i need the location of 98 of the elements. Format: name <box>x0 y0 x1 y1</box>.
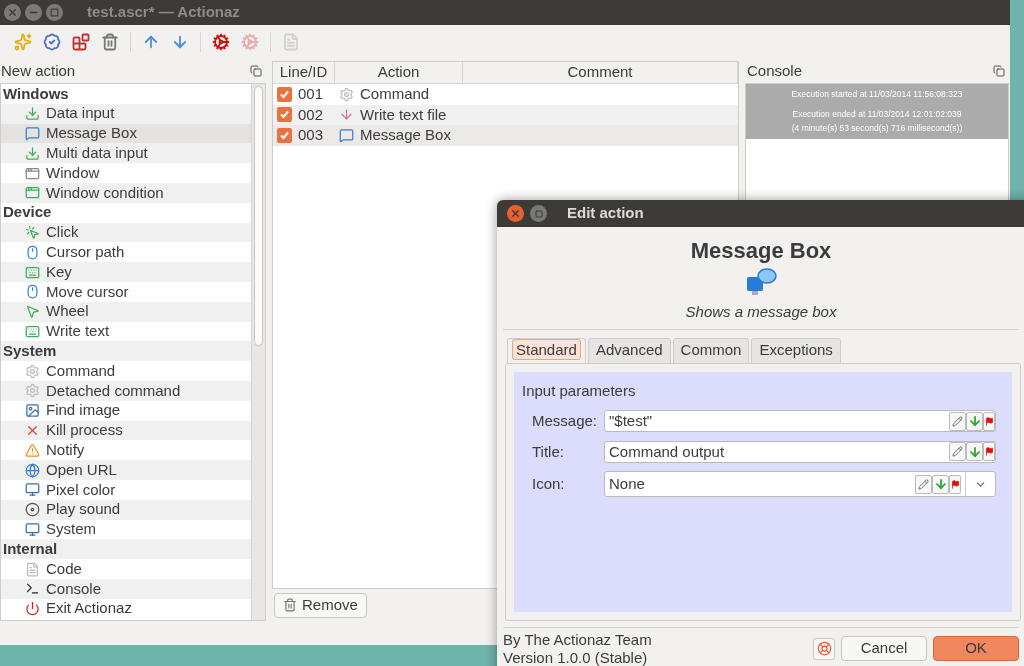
ok-button[interactable]: OK <box>933 636 1019 661</box>
arrow-down-icon[interactable] <box>966 442 983 462</box>
flag-icon[interactable] <box>949 474 961 494</box>
download-icon <box>25 145 40 161</box>
field-label: Title: <box>531 441 565 462</box>
keyboard-icon <box>25 264 40 280</box>
undock-icon[interactable] <box>250 65 262 77</box>
console-line: (4 minute(s) 53 second(s) 716 millisecond(s)) <box>791 123 963 134</box>
cancel-button[interactable]: Cancel <box>841 636 927 661</box>
close-icon[interactable] <box>507 205 524 222</box>
checkbox[interactable] <box>277 86 292 102</box>
action-item[interactable]: Detached command <box>1 380 251 401</box>
line-id: 001 <box>298 84 324 104</box>
action-item[interactable]: Message Box <box>1 123 251 144</box>
computer-icon <box>25 521 40 537</box>
arrow-down-icon[interactable] <box>932 474 949 494</box>
power-icon <box>25 601 40 617</box>
minimize-icon[interactable] <box>25 4 42 21</box>
tab[interactable]: Standard <box>507 337 586 364</box>
input-field[interactable]: Command output <box>604 440 996 463</box>
action-name: Command <box>360 84 430 104</box>
gear-icon[interactable] <box>212 33 230 51</box>
console-line: Execution ended at 11/03/2014 12:01:02:039 <box>792 109 962 120</box>
action-item[interactable]: Data input <box>1 103 251 124</box>
action-item[interactable]: Window condition <box>1 183 251 203</box>
speech-bubble-icon <box>339 127 354 143</box>
panel-title: New action <box>1 60 76 81</box>
action-heading: Message Box <box>690 237 832 265</box>
trash-icon[interactable] <box>101 33 119 51</box>
footer-text: Version 1.0.0 (Stable) <box>503 648 649 666</box>
arrow-down-icon[interactable] <box>171 33 189 51</box>
flag-icon[interactable] <box>983 442 995 462</box>
icon-combo-box[interactable]: None <box>604 471 996 497</box>
warning-icon <box>25 442 40 458</box>
speech-bubble-icon <box>25 126 40 141</box>
keyboard-icon <box>25 323 40 339</box>
sparkles-icon[interactable] <box>14 33 32 51</box>
tab[interactable]: Advanced <box>587 337 671 364</box>
action-name: Write text file <box>360 104 447 125</box>
action-item[interactable]: Multi data input <box>1 143 251 164</box>
download-icon <box>25 106 40 122</box>
window-icon <box>25 185 40 201</box>
checkbox[interactable] <box>277 107 292 123</box>
gear-icon <box>25 363 40 379</box>
edit-icon[interactable] <box>949 411 966 431</box>
trash-icon <box>283 598 297 612</box>
arrow-down-icon <box>339 107 354 123</box>
checkbox[interactable] <box>277 127 292 143</box>
image-icon <box>25 403 40 419</box>
console-line: Execution started at 11/03/2014 11:56:08:323 <box>791 89 963 100</box>
action-item[interactable]: Console <box>1 578 251 599</box>
line-id: 003 <box>298 125 324 145</box>
line-id: 002 <box>298 104 324 125</box>
action-item[interactable]: Key <box>1 262 251 282</box>
arrow-down-icon[interactable] <box>966 411 983 431</box>
blocks-icon[interactable] <box>72 33 90 51</box>
scrollbar[interactable] <box>251 84 265 620</box>
category-label[interactable]: Internal <box>1 539 251 560</box>
script-row[interactable]: 002 Write text file <box>273 104 738 125</box>
field-label: Message: <box>531 411 599 431</box>
terminal-icon <box>25 581 40 597</box>
action-item[interactable]: Wheel <box>1 301 251 322</box>
action-item[interactable]: Kill process <box>1 420 251 441</box>
group-title: Input parameters <box>522 380 637 401</box>
footer-text: By The Actionaz Team <box>503 630 652 649</box>
monitor-icon <box>25 482 40 498</box>
help-button[interactable] <box>813 637 835 660</box>
tab[interactable]: Common <box>672 337 750 364</box>
category-label[interactable]: System <box>1 341 251 362</box>
window-icon <box>25 165 40 181</box>
maximize-icon[interactable] <box>530 205 547 222</box>
badge-check-icon[interactable] <box>43 33 61 51</box>
globe-icon <box>25 462 40 478</box>
edit-icon[interactable] <box>949 442 966 462</box>
gear-icon <box>25 383 40 399</box>
remove-button[interactable]: Remove <box>274 592 367 618</box>
action-item[interactable]: Play sound <box>1 499 251 520</box>
panel-title: Console <box>747 60 803 81</box>
input-field[interactable]: "$test" <box>604 410 996 433</box>
edit-icon[interactable] <box>915 474 932 494</box>
document-icon <box>25 561 40 577</box>
gear-icon <box>339 86 354 102</box>
dialog-title: Edit action <box>567 203 644 224</box>
action-item[interactable]: Open URL <box>1 460 251 480</box>
flag-icon[interactable] <box>983 411 995 431</box>
column-header[interactable]: Action <box>335 62 463 83</box>
field-label: Icon: <box>531 473 566 494</box>
action-name: Message Box <box>360 125 451 145</box>
maximize-icon[interactable] <box>46 4 63 21</box>
undock-icon[interactable] <box>993 65 1005 77</box>
action-description: Shows a message box <box>685 302 837 322</box>
tab[interactable]: Exceptions <box>751 337 841 364</box>
column-header[interactable]: Line/ID <box>273 62 335 83</box>
close-icon[interactable] <box>4 4 21 21</box>
column-header[interactable]: Comment <box>463 62 738 83</box>
action-item[interactable]: Click <box>1 222 251 243</box>
window-title: test.ascr* — Actionaz <box>87 2 240 23</box>
script-row[interactable]: 003 Message Box <box>273 125 738 146</box>
